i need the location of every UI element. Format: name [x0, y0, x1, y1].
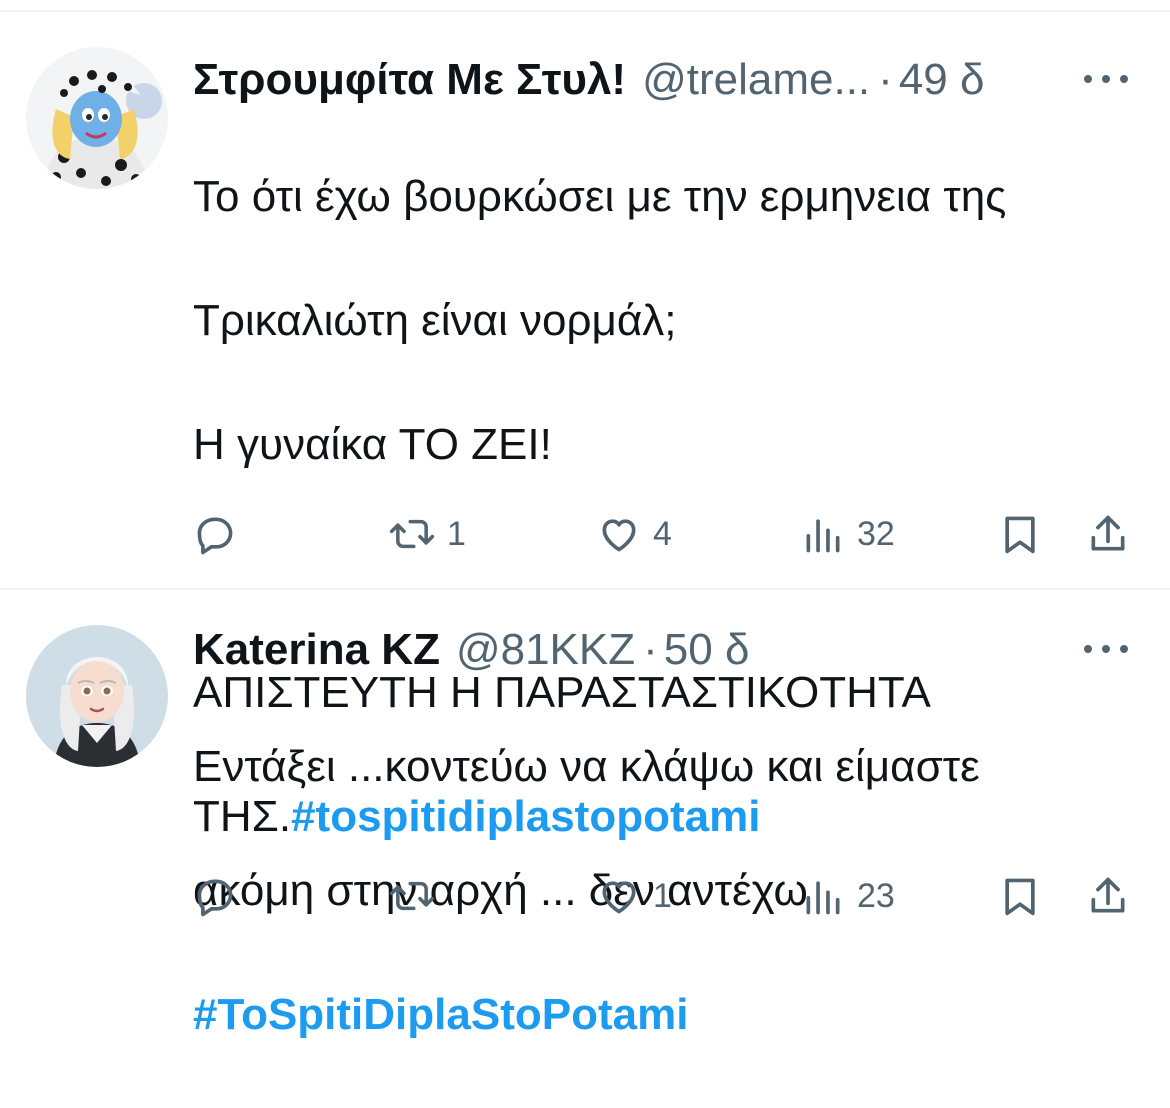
tweet-text-line: Τρικαλιώτη είναι νορμάλ; — [193, 296, 677, 345]
avatar[interactable] — [26, 625, 168, 767]
view-count: 23 — [857, 876, 895, 915]
reply-button[interactable] — [193, 504, 249, 564]
avatar-image — [26, 625, 168, 767]
share-icon — [1091, 877, 1125, 913]
more-icon[interactable] — [1084, 634, 1128, 664]
tweet-actions: 1 4 32 — [193, 504, 1140, 564]
display-name[interactable]: Katerina KZ — [193, 620, 440, 680]
tweet[interactable]: Katerina KZ @81KKZ · 50 δ Εντάξει ...κον… — [0, 590, 1170, 1039]
tweet[interactable]: Στρουμφίτα Με Στυλ! @trelame... · 49 δ Τ… — [0, 12, 1170, 841]
heart-icon — [602, 519, 636, 552]
separator-dot: · — [878, 55, 893, 104]
retweet-icon — [389, 519, 435, 549]
view-count: 32 — [857, 514, 895, 553]
bookmark-button[interactable] — [998, 866, 1042, 926]
share-button[interactable] — [1086, 504, 1130, 564]
display-name[interactable]: Στρουμφίτα Με Στυλ! — [193, 50, 626, 110]
tweet-header: Katerina KZ @81KKZ · 50 δ — [193, 620, 1150, 680]
retweet-button[interactable]: 1 — [389, 504, 466, 564]
more-icon[interactable] — [1084, 64, 1128, 94]
retweet-icon — [389, 881, 435, 911]
like-count: 4 — [653, 514, 672, 553]
reply-icon — [197, 517, 233, 555]
avatar-image — [26, 47, 168, 189]
bookmark-icon — [1005, 878, 1035, 916]
like-count: 1 — [653, 876, 672, 915]
bookmark-icon — [1005, 516, 1035, 554]
tweet-text-line: #ToSpitiDiplaStoPotami — [193, 984, 1153, 1046]
hashtag-link[interactable]: #ToSpitiDiplaStoPotami — [193, 990, 688, 1039]
tweet-text-line: Το ότι έχω βουρκώσει με την ερμηνεια της — [193, 172, 1007, 221]
tweet-header: Στρουμφίτα Με Στυλ! @trelame... · 49 δ — [193, 50, 1150, 110]
timestamp[interactable]: 49 δ — [899, 50, 985, 110]
like-button[interactable]: 1 — [597, 866, 672, 926]
reply-button[interactable] — [193, 866, 249, 926]
tweet-text-line: Η γυναίκα ΤΟ ΖΕΙ! — [193, 420, 552, 469]
tweet-text-line: Εντάξει ...κοντεύω να κλάψω και είμαστε — [193, 742, 980, 791]
retweet-button[interactable] — [389, 866, 447, 926]
share-button[interactable] — [1086, 866, 1130, 926]
user-handle[interactable]: @trelame... — [642, 50, 870, 110]
heart-icon — [602, 881, 636, 914]
bookmark-button[interactable] — [998, 504, 1042, 564]
user-handle[interactable]: @81KKZ — [456, 620, 635, 680]
avatar[interactable] — [26, 47, 168, 189]
views-button[interactable]: 23 — [801, 866, 895, 926]
views-button[interactable]: 32 — [801, 504, 895, 564]
timestamp[interactable]: 50 δ — [664, 620, 750, 680]
retweet-count: 1 — [447, 514, 466, 553]
reply-icon — [197, 879, 233, 917]
tweet-actions: 1 23 — [193, 866, 1140, 926]
like-button[interactable]: 4 — [597, 504, 672, 564]
share-icon — [1091, 515, 1125, 551]
separator-dot: · — [643, 625, 658, 674]
views-icon — [806, 881, 840, 915]
views-icon — [806, 519, 840, 553]
